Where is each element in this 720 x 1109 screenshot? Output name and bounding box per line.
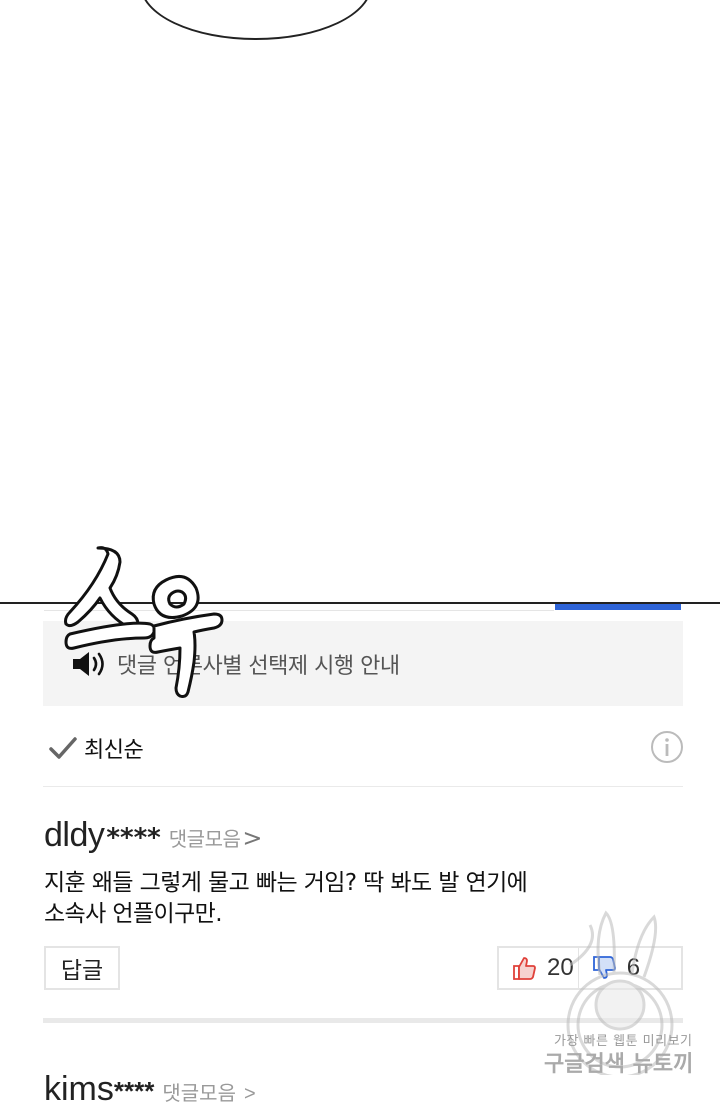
- thumbs-up-icon[interactable]: [511, 955, 537, 981]
- info-icon[interactable]: [650, 730, 684, 764]
- reply-button[interactable]: 답글: [44, 946, 120, 990]
- sort-option[interactable]: 최신순: [48, 728, 688, 768]
- sound-effect-lettering: [64, 546, 224, 698]
- username-mask: ****: [106, 823, 161, 853]
- submit-button-fragment[interactable]: [555, 604, 681, 610]
- comment-header: dldy **** 댓글모음 >: [44, 816, 262, 860]
- comment-username[interactable]: kims: [44, 1070, 114, 1108]
- comment-line: 지훈 왜들 그렇게 물고 빠는 거임? 딱 봐도 발 연기에: [44, 870, 528, 896]
- chevron-right-icon: >: [242, 824, 263, 852]
- speech-bubble: [140, 0, 372, 40]
- check-icon: [49, 737, 77, 759]
- chevron-right-icon: >: [243, 1083, 256, 1105]
- divider: [43, 786, 683, 787]
- comment-username[interactable]: dldy: [44, 816, 105, 855]
- comment-header-2: kims**** 댓글모음 >: [44, 1070, 256, 1109]
- comment-text: 지훈 왜들 그렇게 물고 빠는 거임? 딱 봐도 발 연기에 소속사 언플이구만…: [44, 868, 604, 930]
- username-mask: ****: [113, 1076, 155, 1106]
- comment-collection-link[interactable]: 댓글모음: [169, 823, 241, 852]
- comment-collection-link[interactable]: 댓글모음: [162, 1083, 236, 1105]
- comment-line: 소속사 언플이구만.: [44, 901, 223, 927]
- watermark-text-large: 구글검색 뉴토끼: [544, 1052, 694, 1077]
- sort-label: 최신순: [84, 738, 144, 763]
